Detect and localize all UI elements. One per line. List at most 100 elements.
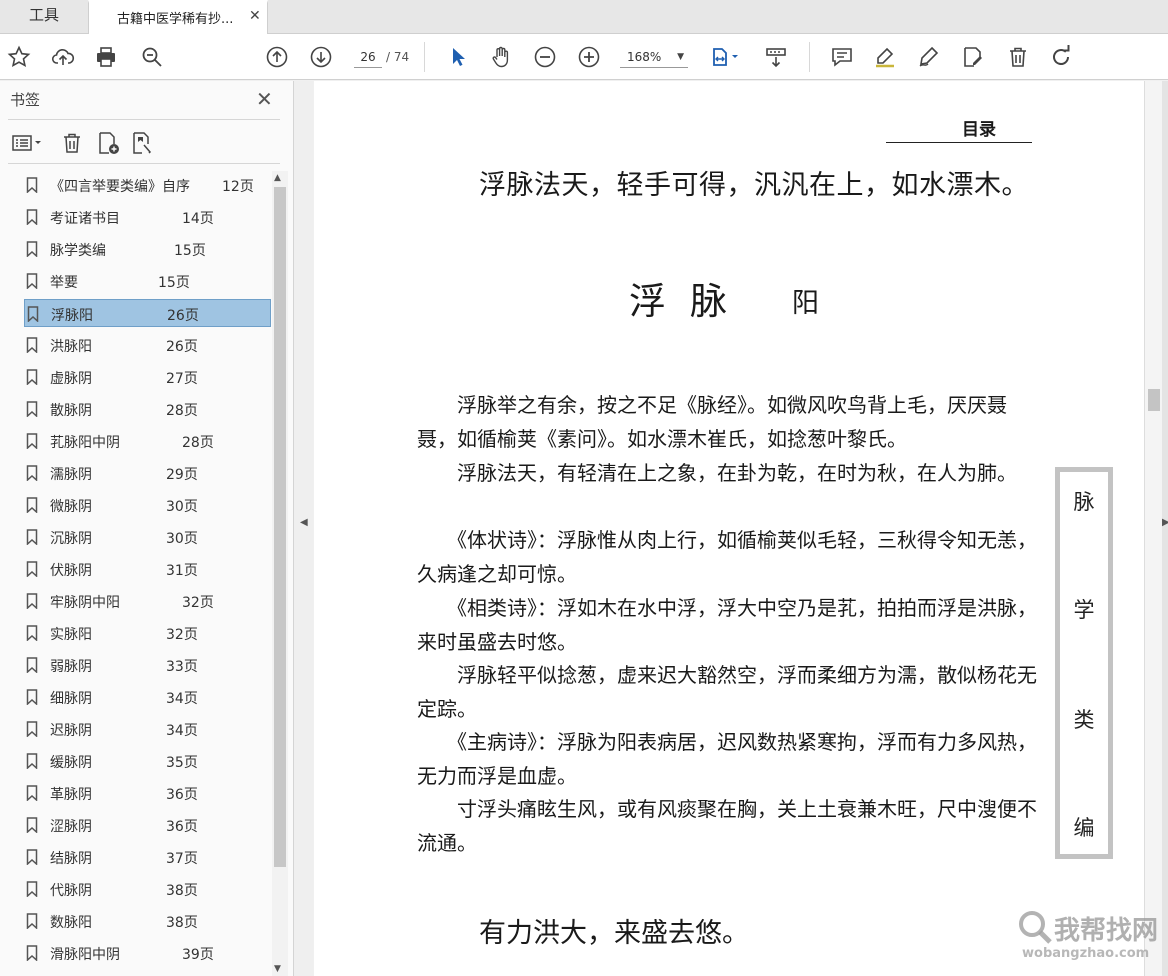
bookmark-item[interactable]: 结脉阴 37页: [24, 843, 271, 871]
scroll-down-icon[interactable]: ▼: [274, 964, 281, 974]
bookmark-page: 15页: [158, 275, 190, 291]
close-icon[interactable]: ✕: [256, 87, 273, 111]
bookmark-page: 12页: [222, 179, 254, 195]
bookmark-item[interactable]: 洪脉阳 26页: [24, 331, 271, 359]
options-menu-icon[interactable]: [8, 129, 48, 157]
tab-tools[interactable]: 工具: [0, 0, 88, 34]
bookmark-page: 30页: [166, 499, 198, 515]
running-header: 目录: [886, 118, 1032, 143]
hand-tool-icon[interactable]: [487, 43, 515, 71]
bookmark-item[interactable]: 滑脉阳中阴 39页: [24, 939, 271, 967]
bookmark-icon: [26, 209, 38, 225]
verse-line: 浮脉法天，轻手可得，汎汎在上，如水漂木。: [479, 170, 1029, 201]
comment-icon[interactable]: [828, 43, 856, 71]
bookmark-item[interactable]: 浮脉阳 26页: [24, 299, 271, 327]
bookmark-item[interactable]: 实脉阳 32页: [24, 619, 271, 647]
bookmark-item[interactable]: 举要 15页: [24, 267, 271, 295]
bookmark-item[interactable]: 虚脉阴 27页: [24, 363, 271, 391]
scroll-up-icon[interactable]: ▲: [274, 173, 281, 183]
bookmark-title: 牢脉阴中阳: [50, 595, 120, 611]
panel-splitter[interactable]: ◀: [293, 81, 313, 976]
bookmark-item[interactable]: 牢脉阴中阳 32页: [24, 587, 271, 615]
bookmark-title: 沉脉阴: [50, 531, 92, 547]
bookmark-item[interactable]: 革脉阴 36页: [24, 779, 271, 807]
select-cursor-icon[interactable]: [444, 43, 472, 71]
stamp-edit-icon[interactable]: [959, 43, 987, 71]
section-heading-note: 阳: [792, 288, 819, 319]
bookmark-icon: [26, 433, 38, 449]
new-bookmark-icon[interactable]: [94, 129, 122, 157]
bookmark-item[interactable]: 脉学类编 15页: [24, 235, 271, 263]
bookmark-item[interactable]: 散脉阴 28页: [24, 395, 271, 423]
bookmark-item[interactable]: 涩脉阴 36页: [24, 811, 271, 839]
scroll-mode-icon[interactable]: [762, 43, 790, 71]
bookmark-page: 15页: [174, 243, 206, 259]
expand-right-icon[interactable]: ▶: [1162, 517, 1168, 528]
tab-document[interactable]: 古籍中医学稀有抄... ✕: [88, 0, 268, 35]
bookmark-star-icon[interactable]: [5, 43, 33, 71]
side-tab-char: 脉: [1073, 490, 1095, 514]
bookmark-item[interactable]: 微脉阴 30页: [24, 491, 271, 519]
delete-bookmark-icon[interactable]: [58, 129, 86, 157]
bookmark-title: 微脉阴: [50, 499, 92, 515]
tab-close-icon[interactable]: ✕: [249, 8, 261, 24]
bookmark-item[interactable]: 《四言举要类编》自序 12页: [24, 171, 271, 199]
bookmark-page: 34页: [166, 723, 198, 739]
page-number-input[interactable]: 26: [354, 46, 382, 68]
bookmark-item[interactable]: 濡脉阴 29页: [24, 459, 271, 487]
bookmark-item[interactable]: 代脉阴 38页: [24, 875, 271, 903]
document-scrollbar[interactable]: [1144, 81, 1162, 976]
cloud-upload-icon[interactable]: [49, 43, 77, 71]
watermark-logo: 我帮找网 wobangzhao.com: [1014, 906, 1164, 968]
previous-page-icon[interactable]: [263, 43, 291, 71]
bookmark-item[interactable]: 细脉阴 34页: [24, 683, 271, 711]
bookmark-item[interactable]: 缓脉阴 35页: [24, 747, 271, 775]
bookmark-title: 洪脉阳: [50, 339, 92, 355]
zoom-level-value: 168%: [627, 50, 662, 64]
document-view: 目录 浮脉法天，轻手可得，汎汎在上，如水漂木。 浮脉 阳 浮脉举之有余，按之不足…: [314, 81, 1168, 976]
bookmark-item[interactable]: 芤脉阳中阴 28页: [24, 427, 271, 455]
body-paragraph: 浮脉法天，有轻清在上之象，在卦为乾，在时为秋，在人为肺。: [417, 461, 1017, 485]
bookmark-item[interactable]: 数脉阳 38页: [24, 907, 271, 935]
zoom-out-icon[interactable]: [531, 43, 559, 71]
highlight-pen-icon[interactable]: [871, 43, 899, 71]
zoom-in-icon[interactable]: [575, 43, 603, 71]
bookmark-page: 37页: [166, 851, 198, 867]
collapse-left-icon[interactable]: ◀: [300, 517, 308, 528]
rotate-redo-icon[interactable]: [1047, 43, 1075, 71]
bookmark-title: 濡脉阴: [50, 467, 92, 483]
bookmark-item[interactable]: 沉脉阴 30页: [24, 523, 271, 551]
side-tab-label: 脉 学 类 编: [1055, 467, 1113, 859]
zoom-search-icon[interactable]: [138, 43, 166, 71]
zoom-level-select[interactable]: 168% ▼: [620, 46, 688, 68]
bookmark-title: 代脉阴: [50, 883, 92, 899]
bookmark-icon: [26, 593, 38, 609]
bookmark-scrollbar[interactable]: ▲ ▼: [272, 171, 288, 976]
bookmark-icon: [26, 497, 38, 513]
bookmark-list: 《四言举要类编》自序 12页 考证诸书目 14页 脉学类编 15页 举要 15页 浮脉阳 26页洪…: [0, 171, 272, 971]
bookmark-title: 实脉阳: [50, 627, 92, 643]
bookmark-icon: [26, 465, 38, 481]
bookmark-icon: [26, 657, 38, 673]
fit-page-icon[interactable]: [706, 43, 744, 71]
bookmark-title: 芤脉阳中阴: [50, 435, 120, 451]
scrollbar-thumb[interactable]: [1148, 389, 1160, 411]
bookmark-item[interactable]: 考证诸书目 14页: [24, 203, 271, 231]
bookmark-page: 32页: [166, 627, 198, 643]
scrollbar-thumb[interactable]: [274, 187, 286, 867]
print-icon[interactable]: [92, 43, 120, 71]
bookmark-title: 涩脉阴: [50, 819, 92, 835]
bookmark-page: 36页: [166, 819, 198, 835]
section-heading: 浮脉: [629, 280, 751, 323]
side-tab-char: 编: [1073, 816, 1095, 840]
find-bookmark-icon[interactable]: [128, 129, 156, 157]
delete-trash-icon[interactable]: [1004, 43, 1032, 71]
bookmark-item[interactable]: 迟脉阴 34页: [24, 715, 271, 743]
draw-pencil-icon[interactable]: [915, 43, 943, 71]
panel-title: 书签: [10, 91, 41, 109]
bookmark-item[interactable]: 弱脉阴 33页: [24, 651, 271, 679]
bookmark-item[interactable]: 伏脉阴 31页: [24, 555, 271, 583]
bookmark-icon: [26, 817, 38, 833]
body-paragraph: 《体状诗》：浮脉惟从肉上行，如循榆荚似毛轻，三秋得令知无恙，久病逢之却可惊。: [417, 528, 1037, 586]
next-page-icon[interactable]: [307, 43, 335, 71]
